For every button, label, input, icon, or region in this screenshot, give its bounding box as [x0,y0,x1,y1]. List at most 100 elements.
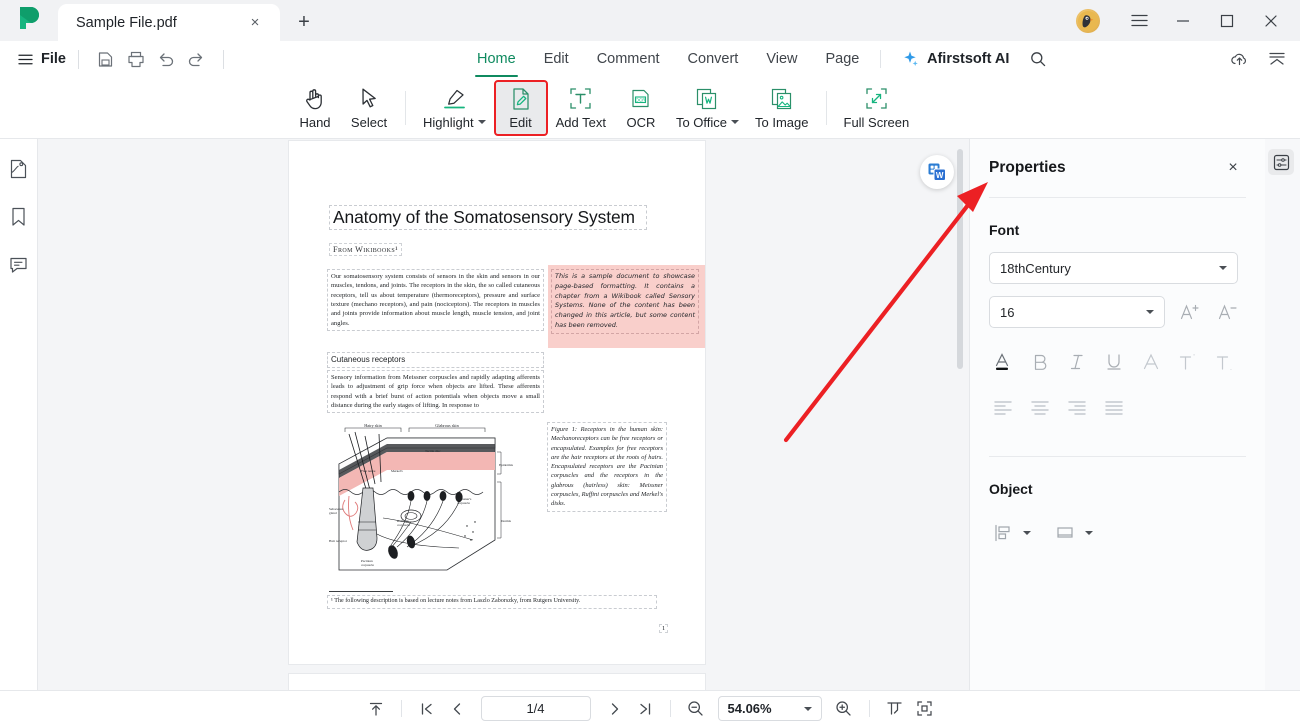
close-tab-icon[interactable]: × [244,12,266,34]
tool-select-label: Select [350,114,388,130]
align-center-icon[interactable] [1026,394,1054,422]
last-page-icon[interactable] [631,696,659,722]
arrange-objects-button[interactable] [1051,519,1093,547]
avatar[interactable] [1076,8,1100,33]
align-left-icon[interactable] [989,394,1017,422]
redo-icon[interactable] [181,45,211,73]
subscript-icon[interactable]: . [1211,348,1239,376]
document-title[interactable]: Anatomy of the Somatosensory System [329,205,647,230]
next-page-icon[interactable] [601,696,629,722]
page-indicator-input[interactable]: 1/4 [480,696,591,721]
viewer-scrollbar[interactable] [957,149,963,369]
italic-icon[interactable] [1063,348,1091,376]
font-size-value: 16 [1000,304,1015,320]
tool-hand[interactable]: Hand [288,80,342,136]
pdf-page-2[interactable] [289,674,705,690]
document-subtitle[interactable]: From Wikibooks¹ [329,243,402,256]
comment-icon[interactable] [5,251,33,279]
tool-select[interactable]: Select [342,80,396,136]
thumbnails-icon[interactable] [5,155,33,183]
zoom-level-select[interactable]: 54.06% [717,696,822,721]
arrange-objects-icon [1051,519,1079,547]
print-icon[interactable] [121,45,151,73]
zoom-in-icon[interactable] [830,696,858,722]
chevron-down-icon-size[interactable] [1146,310,1154,314]
decrease-font-icon[interactable] [1213,298,1241,326]
chevron-down-icon-arrange-objects[interactable] [1085,531,1093,535]
status-separator-3 [868,700,870,717]
tool-add-text[interactable]: Add Text [548,80,614,136]
tool-to-office[interactable]: To Office [668,80,747,136]
tool-edit[interactable]: Edit [493,79,548,136]
svg-text:Hairy skin: Hairy skin [364,423,382,428]
close-icon[interactable]: × [1220,155,1246,181]
close-window-button[interactable] [1250,2,1292,40]
chevron-down-icon[interactable] [477,120,486,124]
align-right-icon[interactable] [1063,394,1091,422]
document-tab[interactable]: Sample File.pdf × [58,4,280,41]
tool-to-image-label: To Image [755,114,809,130]
undo-icon[interactable] [151,45,181,73]
scroll-to-top-icon[interactable] [362,696,390,722]
text-outline-icon[interactable] [1137,348,1165,376]
chevron-down-icon-align-objects[interactable] [1023,531,1031,535]
object-section-title: Object [989,481,1033,497]
minimize-button[interactable] [1162,2,1204,40]
chevron-down-icon-font[interactable] [1219,266,1227,270]
underline-icon[interactable] [1100,348,1128,376]
previous-page-icon[interactable] [443,696,471,722]
search-icon[interactable] [1025,46,1051,72]
tab-home[interactable]: Home [463,41,530,77]
app-menu-button[interactable] [1118,2,1160,40]
increase-font-icon[interactable] [1175,298,1203,326]
section-body[interactable]: Sensory information from Meissner corpus… [327,370,544,414]
tab-comment[interactable]: Comment [583,41,674,77]
document-viewer[interactable]: Anatomy of the Somatosensory System From… [38,139,969,690]
chevron-down-icon-2[interactable] [731,120,740,124]
tab-view[interactable]: View [752,41,811,77]
sample-note[interactable]: This is a sample document to showcase pa… [551,269,699,334]
word-convert-icon[interactable]: W [920,155,954,189]
bold-icon[interactable] [1026,348,1054,376]
font-family-value: 18thCentury [1000,260,1071,276]
save-icon[interactable] [91,45,121,73]
cloud-upload-icon[interactable] [1226,46,1252,72]
fit-page-icon[interactable] [911,696,939,722]
footnote[interactable]: ¹ The following description is based on … [327,595,657,609]
chevron-down-icon-zoom[interactable] [803,706,812,711]
align-objects-button[interactable] [989,519,1031,547]
font-family-select[interactable]: 18thCentury [989,252,1238,284]
zoom-out-icon[interactable] [682,696,710,722]
ai-assistant-button[interactable]: Afirstsoft AI [880,41,1051,77]
first-page-icon[interactable] [413,696,441,722]
figure-caption[interactable]: Figure 1: Receptors in the human skin: M… [547,422,667,512]
cursor-icon [359,86,379,112]
skin-diagram-figure[interactable]: Hairy skin Glabrous skin Free nerve Merk… [327,422,521,584]
tool-edit-label: Edit [509,114,532,130]
tab-convert[interactable]: Convert [674,41,753,77]
tool-ocr-label: OCR [626,114,656,130]
tab-page[interactable]: Page [812,41,874,77]
maximize-button[interactable] [1206,2,1248,40]
font-color-icon[interactable] [989,348,1017,376]
fit-width-icon[interactable] [881,696,909,722]
align-objects-icon [989,519,1017,547]
tab-edit[interactable]: Edit [530,41,583,77]
pdf-page-1[interactable]: Anatomy of the Somatosensory System From… [289,141,705,664]
paragraph-intro[interactable]: Our somatosensory system consists of sen… [327,269,544,332]
tool-to-image[interactable]: To Image [747,80,816,136]
bookmark-icon[interactable] [5,203,33,231]
align-justify-icon[interactable] [1100,394,1128,422]
file-menu-button[interactable]: File [18,51,66,67]
tool-full-screen[interactable]: Full Screen [836,80,918,136]
tool-ocr[interactable]: OCR OCR [614,80,668,136]
tool-highlight[interactable]: Highlight [415,80,494,136]
new-tab-button[interactable]: + [287,5,321,39]
font-size-select[interactable]: 16 [989,296,1165,328]
collapse-ribbon-icon[interactable] [1264,46,1290,72]
superscript-icon[interactable]: ' [1174,348,1202,376]
properties-panel-icon[interactable] [1268,149,1294,175]
section-heading[interactable]: Cutaneous receptors [327,352,544,369]
file-menu-label: File [41,51,66,67]
toolbar-divider-2 [222,49,224,69]
